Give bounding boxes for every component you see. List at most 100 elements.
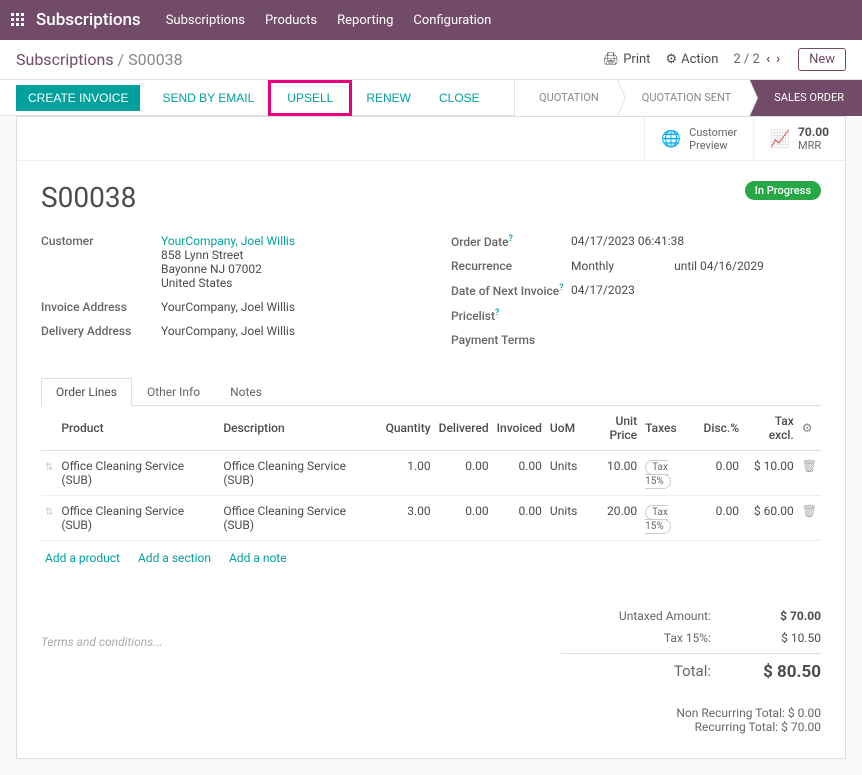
cell-uom[interactable]: Units: [546, 451, 581, 496]
cell-tax[interactable]: Tax 15%: [641, 451, 699, 496]
pager: 2 / 2 ‹›: [733, 52, 783, 67]
status-quotation[interactable]: QUOTATION: [514, 80, 617, 116]
col-disc: Disc.%: [700, 406, 744, 451]
delivery-address[interactable]: YourCompany, Joel Willis: [161, 324, 411, 338]
help-icon[interactable]: ?: [559, 283, 563, 293]
drag-icon[interactable]: ⇅: [45, 507, 53, 518]
recurring-total: Recurring Total: $ 70.00: [561, 720, 821, 734]
breadcrumb-current: S00038: [128, 50, 182, 69]
cell-tax[interactable]: Tax 15%: [641, 496, 699, 541]
drag-icon[interactable]: ⇅: [45, 462, 53, 473]
right-column: Order Date? 04/17/2023 06:41:38 Recurren…: [451, 234, 821, 357]
status-quotation-sent[interactable]: QUOTATION SENT: [617, 80, 749, 116]
action-button[interactable]: ⚙Action: [665, 52, 718, 67]
status-sales-order[interactable]: SALES ORDER: [749, 80, 862, 116]
cell-description[interactable]: Office Cleaning Service (SUB): [219, 496, 381, 541]
mrr-button[interactable]: 📈 70.00MRR: [753, 117, 845, 160]
table-row[interactable]: ⇅ Office Cleaning Service (SUB)Office Cle…: [41, 496, 821, 541]
renew-button[interactable]: RENEW: [352, 85, 425, 111]
upsell-button[interactable]: UPSELL: [273, 85, 347, 111]
tab-other-info[interactable]: Other Info: [132, 378, 215, 406]
pager-next[interactable]: ›: [773, 52, 783, 67]
total-amount: $ 80.50: [741, 662, 821, 682]
customer-link[interactable]: YourCompany, Joel Willis: [161, 234, 295, 248]
help-icon[interactable]: ?: [495, 308, 499, 318]
columns-settings-icon[interactable]: ⚙: [802, 421, 813, 435]
navbar: Subscriptions Subscriptions Products Rep…: [0, 0, 862, 40]
customer-preview-button[interactable]: 🌐 CustomerPreview: [644, 117, 753, 160]
recurrence-label: Recurrence: [451, 259, 571, 273]
cell-delivered[interactable]: 0.00: [435, 496, 493, 541]
delivery-address-label: Delivery Address: [41, 324, 161, 338]
payment-terms[interactable]: [571, 333, 821, 347]
tab-order-lines[interactable]: Order Lines: [41, 378, 132, 406]
total-label: Total:: [561, 662, 711, 682]
recurrence-value[interactable]: Monthly: [571, 259, 614, 273]
cell-tax-excl: $ 10.00: [743, 451, 798, 496]
upsell-highlight: UPSELL: [268, 80, 352, 116]
nav-subscriptions[interactable]: Subscriptions: [166, 13, 245, 28]
cell-quantity[interactable]: 3.00: [382, 496, 435, 541]
col-taxes: Taxes: [641, 406, 699, 451]
untaxed-amount: $ 70.00: [741, 609, 821, 623]
tax-amount: $ 10.50: [741, 631, 821, 645]
pricelist[interactable]: [571, 308, 821, 323]
help-icon[interactable]: ?: [509, 234, 513, 244]
add-product-link[interactable]: Add a product: [45, 551, 120, 565]
col-description: Description: [219, 406, 381, 451]
cell-unit-price[interactable]: 20.00: [581, 496, 641, 541]
cell-invoiced[interactable]: 0.00: [493, 451, 546, 496]
untaxed-label: Untaxed Amount:: [561, 609, 711, 623]
customer-label: Customer: [41, 234, 161, 290]
print-button[interactable]: 🖨Print: [603, 52, 651, 67]
cell-invoiced[interactable]: 0.00: [493, 496, 546, 541]
recurrence-until: until 04/16/2029: [674, 259, 764, 273]
new-button[interactable]: New: [798, 48, 846, 71]
col-unit-price: Unit Price: [581, 406, 641, 451]
payment-terms-label: Payment Terms: [451, 333, 571, 347]
invoice-address[interactable]: YourCompany, Joel Willis: [161, 300, 411, 314]
terms-placeholder[interactable]: Terms and conditions...: [41, 635, 162, 649]
cell-product[interactable]: Office Cleaning Service (SUB): [57, 451, 219, 496]
table-row[interactable]: ⇅ Office Cleaning Service (SUB)Office Cle…: [41, 451, 821, 496]
app-title[interactable]: Subscriptions: [36, 10, 141, 30]
order-date-label: Order Date?: [451, 234, 571, 249]
col-uom: UoM: [546, 406, 581, 451]
close-button[interactable]: CLOSE: [425, 85, 494, 111]
pager-prev[interactable]: ‹: [763, 52, 773, 67]
cell-uom[interactable]: Units: [546, 496, 581, 541]
cell-tax-excl: $ 60.00: [743, 496, 798, 541]
add-note-link[interactable]: Add a note: [229, 551, 287, 565]
cell-delivered[interactable]: 0.00: [435, 451, 493, 496]
nav-products[interactable]: Products: [265, 13, 317, 28]
cell-unit-price[interactable]: 10.00: [581, 451, 641, 496]
col-invoiced: Invoiced: [493, 406, 546, 451]
address-line2: Bayonne NJ 07002: [161, 262, 262, 276]
cell-disc[interactable]: 0.00: [700, 451, 744, 496]
breadcrumb-root[interactable]: Subscriptions: [16, 50, 114, 69]
nav-reporting[interactable]: Reporting: [337, 13, 393, 28]
tabs: Order Lines Other Info Notes: [41, 377, 821, 406]
form-sheet: 🌐 CustomerPreview 📈 70.00MRR S00038 In P…: [16, 116, 846, 759]
add-section-link[interactable]: Add a section: [138, 551, 211, 565]
tab-notes[interactable]: Notes: [215, 378, 277, 406]
nav-configuration[interactable]: Configuration: [413, 13, 491, 28]
pager-text: 2 / 2: [733, 52, 759, 67]
pricelist-label: Pricelist?: [451, 308, 571, 323]
breadcrumb: Subscriptions / S00038: [16, 50, 183, 69]
cell-description[interactable]: Office Cleaning Service (SUB): [219, 451, 381, 496]
cell-product[interactable]: Office Cleaning Service (SUB): [57, 496, 219, 541]
left-column: Customer YourCompany, Joel Willis 858 Ly…: [41, 234, 411, 357]
cell-quantity[interactable]: 1.00: [382, 451, 435, 496]
create-invoice-button[interactable]: CREATE INVOICE: [16, 85, 140, 111]
non-recurring-total: Non Recurring Total: $ 0.00: [561, 706, 821, 720]
col-delivered: Delivered: [435, 406, 493, 451]
send-by-email-button[interactable]: SEND BY EMAIL: [148, 85, 268, 111]
apps-icon[interactable]: [10, 12, 26, 28]
order-lines-table: Product Description Quantity Delivered I…: [41, 406, 821, 541]
delete-icon[interactable]: 🗑: [802, 504, 817, 518]
nav-menu: Subscriptions Products Reporting Configu…: [166, 13, 492, 28]
delete-icon[interactable]: 🗑: [802, 459, 817, 473]
col-quantity: Quantity: [382, 406, 435, 451]
cell-disc[interactable]: 0.00: [700, 496, 744, 541]
